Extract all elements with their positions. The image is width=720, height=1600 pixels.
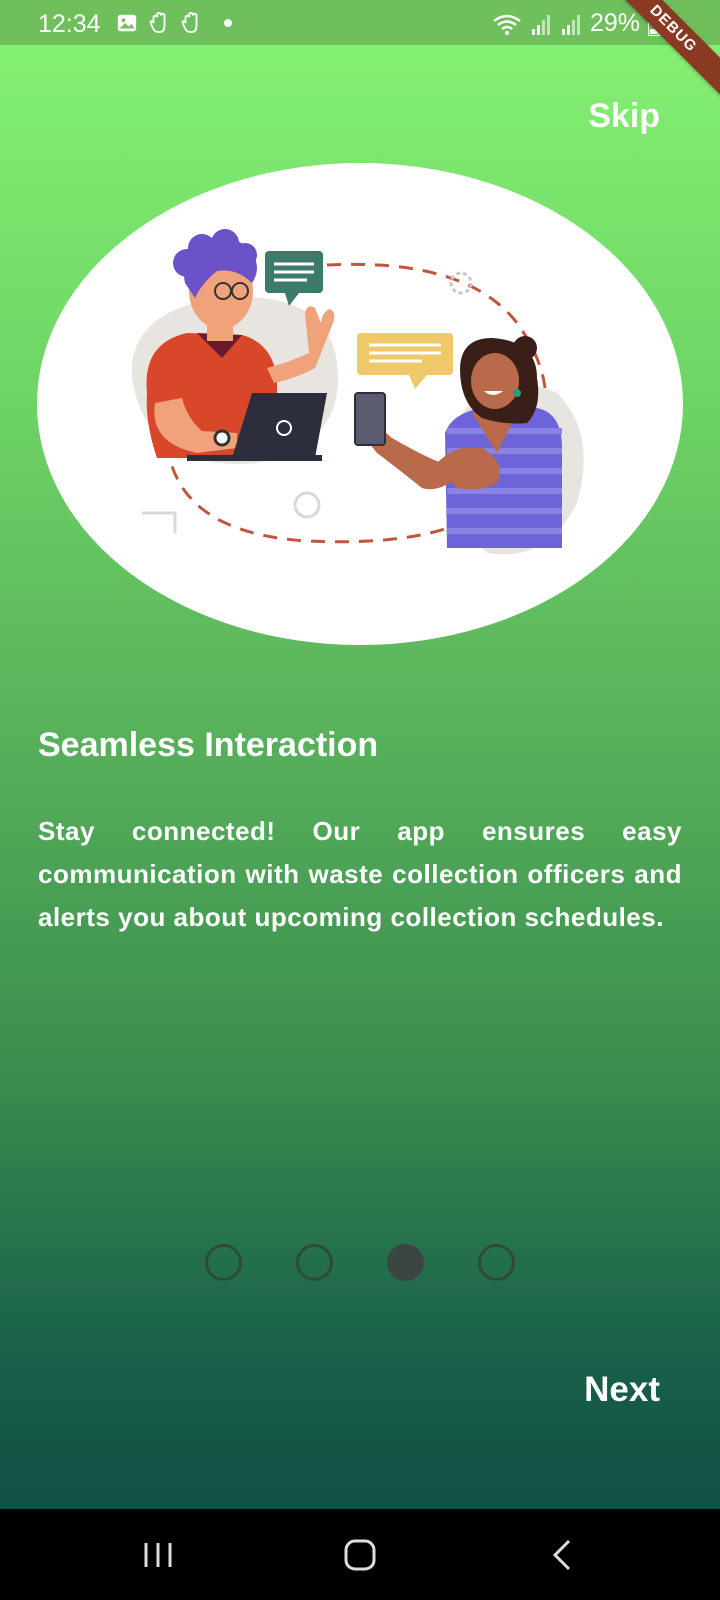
status-notification-icons — [116, 12, 232, 34]
notification-dot — [224, 19, 232, 27]
onboarding-title: Seamless Interaction — [38, 726, 379, 764]
signal-icon — [531, 15, 550, 35]
battery-percentage: 29% — [589, 9, 640, 37]
status-bar: 12:34 29% — [0, 0, 720, 45]
onboarding-description: Stay connected! Our app ensures easy com… — [38, 816, 682, 932]
hand-icon — [181, 12, 198, 34]
onboarding-screen: 12:34 29% DEBUG Skip Seamless Interactio… — [0, 0, 720, 1509]
page-indicator-dot-4[interactable] — [478, 1244, 515, 1281]
back-icon[interactable] — [537, 1533, 587, 1577]
signal-icon — [561, 15, 580, 35]
page-indicator — [205, 1244, 515, 1281]
page-indicator-dot-3-active[interactable] — [387, 1244, 424, 1281]
status-time: 12:34 — [38, 10, 101, 38]
wifi-icon — [493, 14, 521, 35]
page-indicator-dot-1[interactable] — [205, 1244, 242, 1281]
next-button[interactable]: Next — [584, 1370, 660, 1410]
status-system-icons: 29% — [492, 9, 660, 38]
hand-icon — [149, 12, 166, 34]
skip-button[interactable]: Skip — [588, 97, 660, 136]
image-icon — [117, 14, 137, 32]
recent-apps-icon[interactable] — [133, 1533, 183, 1577]
home-icon[interactable] — [335, 1533, 385, 1577]
system-navigation-bar — [0, 1509, 720, 1600]
page-indicator-dot-2[interactable] — [296, 1244, 333, 1281]
onboarding-illustration — [37, 163, 683, 645]
